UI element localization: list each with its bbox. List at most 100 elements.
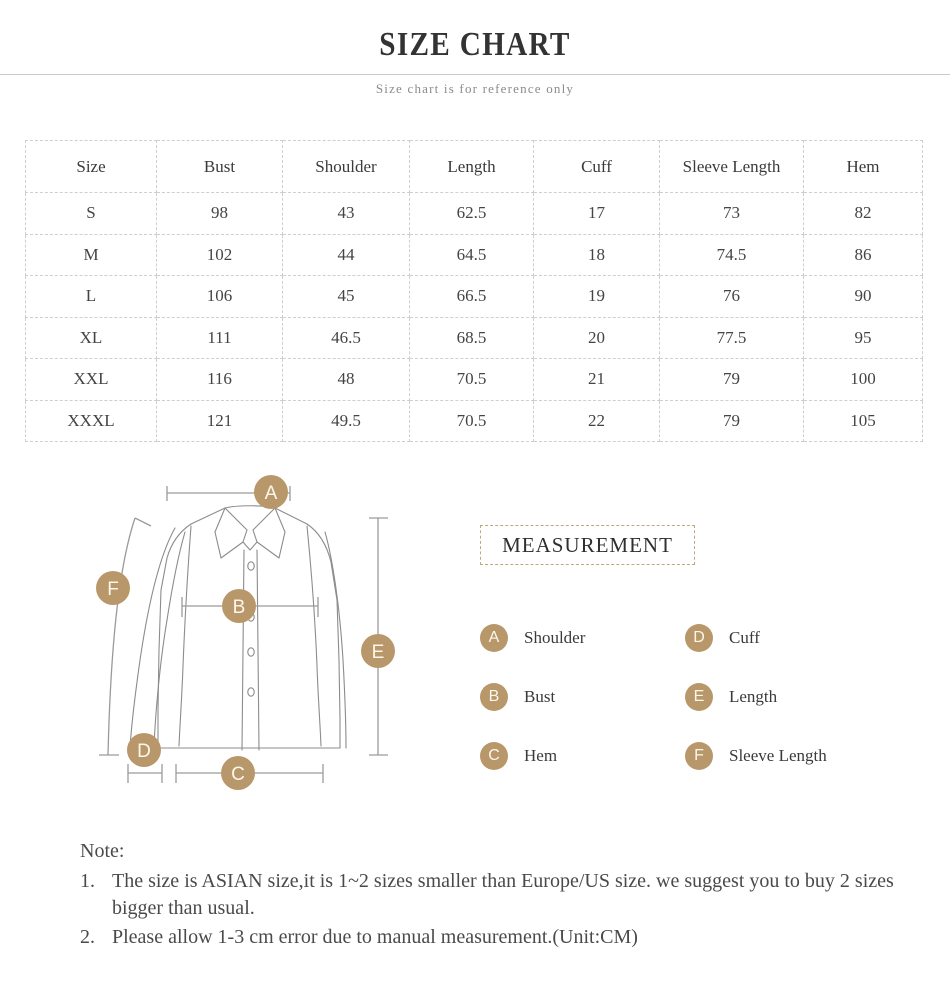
cell-length: 68.5 — [409, 316, 534, 359]
diagram-marker-a-label: A — [265, 483, 278, 504]
cell-hem: 86 — [803, 233, 923, 276]
diagram-marker-b: B — [222, 589, 256, 623]
cell-cuff: 21 — [533, 358, 660, 401]
table-row: M 102 44 64.5 18 74.5 86 — [25, 233, 923, 276]
diagram-marker-c: C — [221, 756, 255, 790]
cell-sleeve-length: 74.5 — [659, 233, 804, 276]
legend-label-bust: Bust — [524, 686, 556, 706]
size-chart-table: Size Bust Shoulder Length Cuff Sleeve Le… — [25, 140, 923, 442]
badge-e-icon: E — [685, 682, 713, 711]
cell-length: 66.5 — [409, 275, 534, 318]
cell-cuff: 20 — [533, 316, 660, 359]
badge-f-icon: F — [685, 741, 713, 770]
diagram-marker-f: F — [96, 571, 130, 605]
legend-label-sleeve-length: Sleeve Length — [729, 745, 827, 765]
cell-shoulder: 48 — [282, 358, 410, 401]
cell-hem: 100 — [803, 358, 923, 401]
cell-sleeve-length: 76 — [659, 275, 804, 318]
cell-cuff: 17 — [533, 192, 660, 235]
shirt-illustration-svg: A B C D E F — [96, 475, 395, 790]
cell-hem: 95 — [803, 316, 923, 359]
cell-length: 62.5 — [409, 192, 534, 235]
legend-item-hem: C Hem — [480, 741, 685, 770]
legend-item-length: E Length — [685, 682, 890, 711]
note-title: Note: — [80, 840, 125, 862]
cell-sleeve-length: 79 — [659, 358, 804, 401]
note-item: 1. The size is ASIAN size,it is 1~2 size… — [80, 868, 940, 923]
note-item: 2. Please allow 1-3 cm error due to manu… — [80, 924, 940, 952]
cell-size: M — [25, 233, 157, 276]
diagram-marker-f-label: F — [107, 579, 119, 600]
column-header-size: Size — [25, 140, 157, 193]
page-header: SIZE CHART Size chart is for reference o… — [0, 0, 950, 112]
cell-bust: 116 — [156, 358, 283, 401]
garment-diagram: A B C D E F — [75, 470, 420, 800]
note-list: 1. The size is ASIAN size,it is 1~2 size… — [80, 868, 940, 952]
cell-cuff: 19 — [533, 275, 660, 318]
note-item-number: 2. — [80, 925, 95, 948]
cell-bust: 111 — [156, 316, 283, 359]
legend-label-length: Length — [729, 686, 778, 706]
diagram-marker-d: D — [127, 733, 161, 767]
legend-label-shoulder: Shoulder — [524, 627, 586, 647]
cell-size: XXXL — [25, 399, 157, 442]
cell-bust: 106 — [156, 275, 283, 318]
legend-item-shoulder: A Shoulder — [480, 623, 685, 652]
page-subtitle: Size chart is for reference only — [375, 81, 575, 96]
cell-shoulder: 49.5 — [282, 399, 410, 442]
diagram-marker-d-label: D — [137, 741, 151, 762]
legend-grid: A Shoulder D Cuff B Bust E Length C Hem … — [480, 608, 930, 785]
legend-label-cuff: Cuff — [729, 627, 760, 647]
column-header-length: Length — [409, 140, 534, 193]
diagram-marker-e-label: E — [372, 642, 385, 663]
column-header-bust: Bust — [156, 140, 283, 193]
measure-line-f — [107, 517, 136, 756]
legend-item-bust: B Bust — [480, 682, 685, 711]
cell-size: L — [25, 275, 157, 318]
legend-row: A Shoulder D Cuff — [480, 608, 930, 667]
table-row: XXXL 121 49.5 70.5 22 79 105 — [25, 399, 923, 442]
measurement-heading-box: MEASUREMENT — [480, 525, 695, 565]
cell-hem: 90 — [803, 275, 923, 318]
column-header-hem: Hem — [803, 140, 923, 193]
table-row: XXL 116 48 70.5 21 79 100 — [25, 358, 923, 401]
page-title: SIZE CHART — [379, 26, 571, 63]
cell-shoulder: 43 — [282, 192, 410, 235]
cell-cuff: 22 — [533, 399, 660, 442]
column-header-cuff: Cuff — [533, 140, 660, 193]
measurement-legend: MEASUREMENT A Shoulder D Cuff B Bust E L… — [470, 470, 930, 800]
badge-a-icon: A — [480, 623, 508, 652]
cell-size: XXL — [25, 358, 157, 401]
badge-d-icon: D — [685, 623, 713, 652]
cell-sleeve-length: 79 — [659, 399, 804, 442]
diagram-marker-b-label: B — [233, 597, 246, 618]
diagram-marker-a: A — [254, 475, 288, 509]
cell-size: S — [25, 192, 157, 235]
badge-b-icon: B — [480, 682, 508, 711]
cell-length: 64.5 — [409, 233, 534, 276]
size-table-container: Size Bust Shoulder Length Cuff Sleeve Le… — [25, 140, 923, 442]
cell-length: 70.5 — [409, 399, 534, 442]
cell-length: 70.5 — [409, 358, 534, 401]
column-header-shoulder: Shoulder — [282, 140, 410, 193]
title-divider — [0, 74, 950, 75]
legend-row: B Bust E Length — [480, 667, 930, 726]
note-item-number: 1. — [80, 869, 95, 892]
cell-cuff: 18 — [533, 233, 660, 276]
cell-sleeve-length: 73 — [659, 192, 804, 235]
cell-sleeve-length: 77.5 — [659, 316, 804, 359]
note-item-text: Please allow 1-3 cm error due to manual … — [112, 925, 638, 948]
cell-hem: 105 — [803, 399, 923, 442]
legend-item-sleeve-length: F Sleeve Length — [685, 741, 890, 770]
cell-bust: 121 — [156, 399, 283, 442]
diagram-marker-c-label: C — [231, 764, 245, 785]
cell-shoulder: 46.5 — [282, 316, 410, 359]
note-section: Note: 1. The size is ASIAN size,it is 1~… — [80, 838, 940, 952]
cell-size: XL — [25, 316, 157, 359]
cell-bust: 102 — [156, 233, 283, 276]
cell-hem: 82 — [803, 192, 923, 235]
legend-item-cuff: D Cuff — [685, 623, 890, 652]
note-item-text: The size is ASIAN size,it is 1~2 sizes s… — [112, 869, 894, 920]
cell-bust: 98 — [156, 192, 283, 235]
legend-row: C Hem F Sleeve Length — [480, 726, 930, 785]
